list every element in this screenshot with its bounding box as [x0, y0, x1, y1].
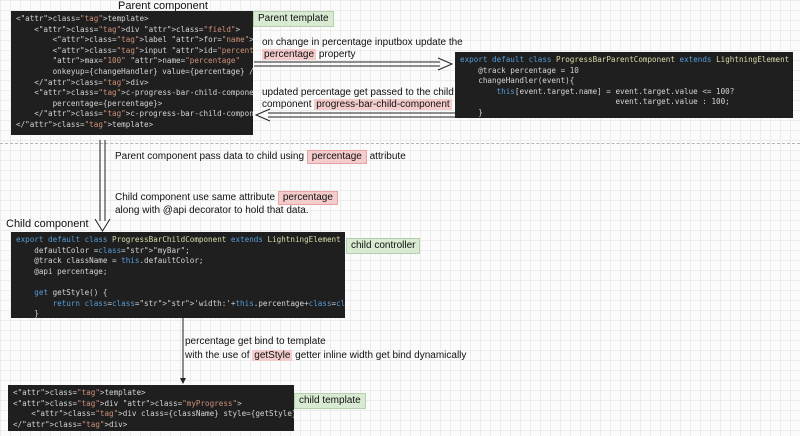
arrow-to-parent-controller	[254, 57, 454, 71]
arrow-to-child-component	[94, 140, 111, 232]
arrow-to-parent-template	[254, 108, 459, 122]
flow-arrows	[94, 57, 459, 384]
